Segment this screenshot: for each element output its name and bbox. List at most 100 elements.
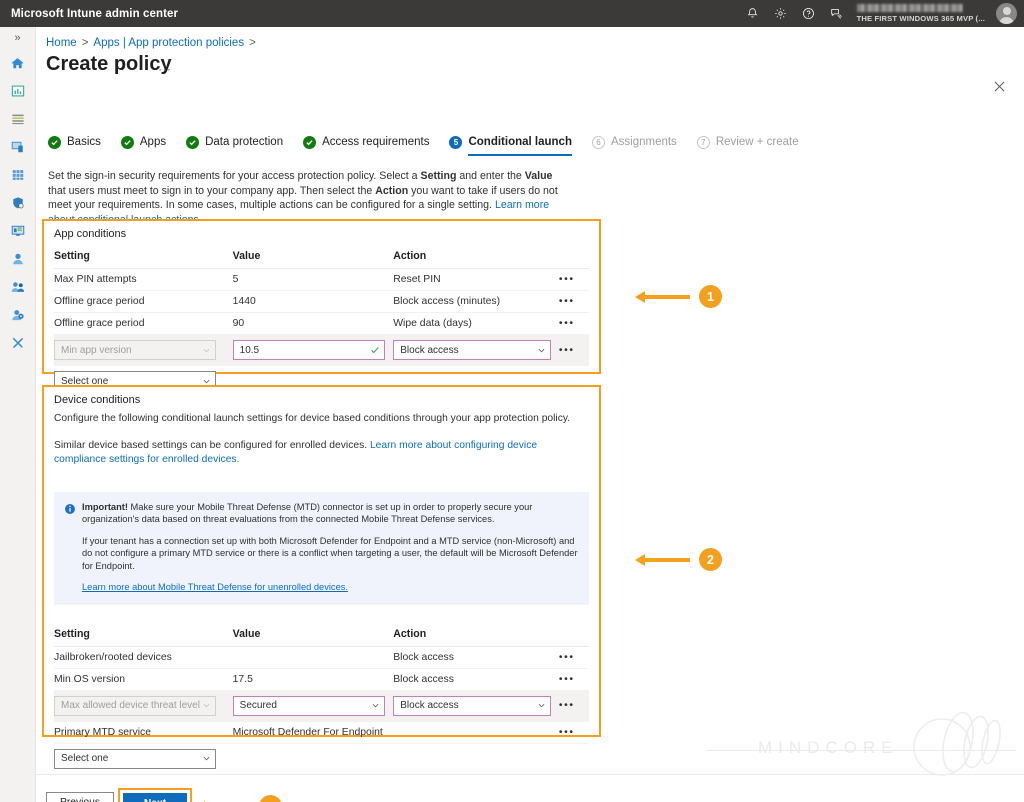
sidebar-item-dashboard[interactable] [0,77,36,105]
sidebar-item-apps[interactable] [0,161,36,189]
step-check-icon [303,136,316,149]
device-value-select[interactable]: Secured [233,696,385,716]
app-action-select[interactable]: Block access [393,340,551,360]
mtd-info-p1-text: Make sure your Mobile Threat Defense (MT… [82,502,532,525]
app-setting-select[interactable]: Min app version [54,340,216,360]
mtd-info-banner: Important! Make sure your Mobile Threat … [54,492,589,605]
mtd-learn-more-link[interactable]: Learn more about Mobile Threat Defense f… [82,582,348,592]
tenant-name-redacted [857,4,963,12]
row-more-menu-icon[interactable]: ••• [559,721,589,743]
step-apps[interactable]: Apps [121,127,166,157]
step-label: Basics [67,136,101,148]
step-check-icon [48,136,61,149]
device-setting-select[interactable]: Max allowed device threat level [54,696,216,716]
notification-bell-icon[interactable] [739,0,767,27]
callout-number: 2 [699,548,722,571]
breadcrumb-apps[interactable]: Apps | App protection policies [93,37,244,49]
table-row-editing[interactable]: Max allowed device threat level Secured [54,690,589,721]
chevron-down-icon [202,346,211,355]
sidebar-item-tenant-administration[interactable] [0,301,36,329]
table-row[interactable]: Max PIN attempts 5 Reset PIN ••• [54,269,589,291]
table-row[interactable]: Jailbroken/rooted devices Block access •… [54,646,589,668]
cell-action-select: Block access [393,690,559,721]
column-header-actions-menu [559,245,589,269]
sidebar-item-devices[interactable] [0,133,36,161]
intro-bold-value: Value [525,170,553,182]
table-row[interactable]: Offline grace period 1440 Block access (… [54,291,589,313]
step-assignments[interactable]: 6 Assignments [592,127,677,157]
app-action-select-value: Block access [400,345,458,356]
row-more-menu-icon[interactable]: ••• [559,291,589,313]
sidebar-item-home[interactable] [0,49,36,77]
shield-icon [11,196,25,210]
breadcrumb-separator-1: > [82,37,89,49]
feedback-icon[interactable] [823,0,851,27]
step-review-create[interactable]: 7 Review + create [697,127,799,157]
step-basics[interactable]: Basics [48,127,101,157]
sidebar-item-endpoint-security[interactable] [0,189,36,217]
breadcrumb: Home>Apps | App protection policies> [46,37,261,49]
gear-icon[interactable] [767,0,795,27]
column-header-action: Action [393,623,559,647]
cell-value: 5 [233,269,394,291]
sidebar-item-all-services[interactable] [0,105,36,133]
table-row[interactable]: Min OS version 17.5 Block access ••• [54,668,589,690]
previous-button[interactable]: Previous [46,792,114,802]
step-label: Conditional launch [468,136,572,148]
top-bar-actions: THE FIRST WINDOWS 365 MVP (... [739,0,1024,27]
page-title-more-menu[interactable]: ⋯ [158,62,172,78]
table-row-editing[interactable]: Min app version 10.5 [54,335,589,366]
device-action-select[interactable]: Block access [393,696,551,716]
table-row[interactable]: Offline grace period 90 Wipe data (days)… [54,313,589,335]
footer-divider [36,774,1024,775]
step-conditional-launch[interactable]: 5 Conditional launch [449,127,572,157]
intro-bold-setting: Setting [421,170,457,182]
sidebar-item-users[interactable] [0,245,36,273]
column-header-actions-menu [559,623,589,647]
app-conditions-section: App conditions Setting Value Action Max … [42,219,601,374]
step-data-protection[interactable]: Data protection [186,127,283,157]
device-conditions-desc-1: Configure the following conditional laun… [54,412,589,427]
step-label: Review + create [716,136,799,148]
device-value-select-value: Secured [240,700,277,711]
devices-icon [11,140,25,154]
close-icon[interactable] [988,75,1010,97]
device-setting-select-value: Max allowed device threat level [61,700,200,711]
avatar[interactable] [996,3,1017,24]
sidebar-item-reports[interactable] [0,217,36,245]
help-icon[interactable] [795,0,823,27]
sidebar-item-groups[interactable] [0,273,36,301]
chevron-down-icon [537,701,546,710]
cell-value: 17.5 [233,668,394,690]
row-more-menu-icon[interactable]: ••• [559,269,589,291]
cell-action: Reset PIN [393,269,559,291]
cell-add-setting-select: Select one [54,743,233,774]
table-row-add[interactable]: Select one [54,743,589,774]
callout-2: 2 [644,548,722,571]
rail-expand-toggle[interactable]: » [0,27,36,49]
breadcrumb-home[interactable]: Home [46,37,77,49]
sidebar-item-troubleshooting[interactable] [0,329,36,357]
device-add-condition-select-value: Select one [61,753,108,764]
mindcore-watermark: MINDCORE [706,708,1016,788]
row-more-menu-icon[interactable]: ••• [559,668,589,690]
step-access-requirements[interactable]: Access requirements [303,127,429,157]
intro-part-3: that users must meet to sign in to your … [48,185,375,197]
app-value-input[interactable]: 10.5 [233,340,385,360]
cell-action: Block access [393,668,559,690]
device-add-condition-select[interactable]: Select one [54,749,216,769]
device-conditions-desc-2-text: Similar device based settings can be con… [54,440,370,451]
row-more-menu-icon[interactable]: ••• [559,646,589,668]
cell-value: Microsoft Defender For Endpoint [233,721,394,743]
next-button[interactable]: Next [123,793,187,802]
page-title: Create policy [46,53,172,76]
tenant-info[interactable]: THE FIRST WINDOWS 365 MVP (... [857,0,989,27]
callout-1: 1 [644,285,722,308]
row-more-menu-icon[interactable]: ••• [559,690,589,721]
list-icon [11,112,25,126]
row-more-menu-icon[interactable]: ••• [559,313,589,335]
column-header-value: Value [233,623,394,647]
app-title: Microsoft Intune admin center [11,8,178,20]
table-row[interactable]: Primary MTD service Microsoft Defender F… [54,721,589,743]
row-more-menu-icon[interactable]: ••• [559,335,589,366]
